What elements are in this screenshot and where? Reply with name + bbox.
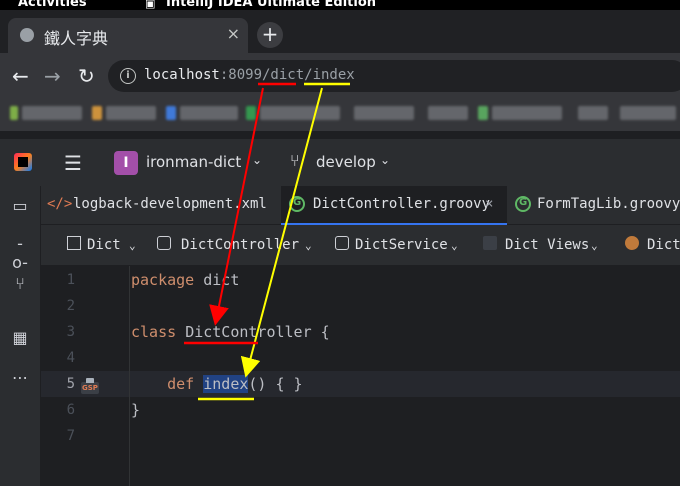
- back-button[interactable]: ←: [12, 64, 29, 88]
- code-line-3[interactable]: class DictController {: [131, 323, 330, 341]
- new-tab-button[interactable]: +: [257, 22, 283, 48]
- gutter-divider: [129, 266, 130, 486]
- grails-icon: [625, 236, 639, 250]
- line-number: 3: [66, 324, 75, 340]
- bookmark-item[interactable]: [166, 106, 176, 120]
- bookmark-item[interactable]: [10, 106, 18, 120]
- bookmark-item[interactable]: [492, 106, 562, 120]
- bookmark-item[interactable]: [354, 106, 414, 120]
- forward-button[interactable]: →: [44, 64, 61, 88]
- line-number: 4: [66, 350, 75, 366]
- chevron-down-icon[interactable]: ⌄: [252, 153, 262, 167]
- keyword-def: def: [167, 375, 195, 393]
- bookmark-item[interactable]: [180, 106, 238, 120]
- os-top-bar: Activities ▣ IntelliJ IDEA Ultimate Edit…: [0, 0, 680, 10]
- address-bar[interactable]: i localhost:8099/dict/index: [108, 60, 680, 92]
- bookmark-item[interactable]: [428, 106, 468, 120]
- editor-tab-label: logback-development.xml: [73, 196, 267, 212]
- breadcrumb-dict-grails[interactable]: Dict: [647, 237, 680, 253]
- groovy-file-icon: [515, 196, 531, 212]
- breadcrumb-dict-views[interactable]: Dict Views: [505, 237, 589, 253]
- url-path: :8099/dict/index: [219, 67, 355, 83]
- bookmark-item[interactable]: [106, 106, 156, 120]
- more-icon[interactable]: ⋯: [10, 368, 30, 387]
- bookmark-item[interactable]: [246, 106, 256, 120]
- window-gap: [0, 131, 680, 138]
- site-info-icon[interactable]: i: [120, 68, 136, 84]
- git-branch-icon: ⑂: [290, 151, 300, 170]
- chevron-down-icon[interactable]: ⌄: [129, 239, 136, 252]
- bookmarks-bar: [0, 97, 680, 131]
- editor-tabs: </> logback-development.xml DictControll…: [41, 186, 680, 225]
- code-line-5[interactable]: def index() { }: [131, 375, 303, 393]
- app-name[interactable]: IntelliJ IDEA Ultimate Edition: [166, 0, 376, 10]
- breadcrumb-dict[interactable]: Dict: [87, 237, 121, 253]
- line-number: 7: [66, 428, 75, 444]
- keyword-package: package: [131, 271, 195, 289]
- branch-name[interactable]: develop: [316, 153, 376, 171]
- chevron-down-icon[interactable]: ⌄: [305, 239, 312, 252]
- commit-icon[interactable]: -o-: [10, 234, 30, 272]
- class-brace: {: [311, 323, 330, 341]
- main-menu-icon[interactable]: ☰: [64, 151, 82, 175]
- bookmark-item[interactable]: [578, 106, 608, 120]
- bookmark-item[interactable]: [92, 106, 102, 120]
- reload-button[interactable]: ↻: [78, 64, 95, 88]
- project-badge[interactable]: I: [114, 151, 138, 175]
- class-name: DictController: [185, 323, 312, 341]
- close-tab-icon[interactable]: ×: [227, 24, 240, 43]
- editor-tab-label: FormTagLib.groovy: [537, 196, 680, 212]
- keyword-class: class: [131, 323, 177, 341]
- globe-icon: [20, 28, 34, 42]
- activities-button[interactable]: Activities: [18, 0, 87, 10]
- editor-tab-logback[interactable]: </> logback-development.xml: [41, 186, 277, 224]
- package-name: dict: [194, 271, 240, 289]
- line-number-current: 5: [66, 376, 75, 392]
- line-number: 2: [66, 298, 75, 314]
- folder-icon[interactable]: ▭: [10, 196, 30, 215]
- groovy-file-icon: [289, 196, 305, 212]
- url-host: localhost: [144, 67, 220, 83]
- gsp-gutter-icon[interactable]: GSP: [81, 378, 99, 394]
- structure-icon[interactable]: ▦: [10, 328, 30, 347]
- ide-main-toolbar: ☰ I ironman-dict ⌄ ⑂ develop ⌄: [0, 138, 680, 187]
- chevron-down-icon[interactable]: ⌄: [591, 239, 598, 252]
- breadcrumb-dictservice[interactable]: DictService: [355, 237, 448, 253]
- line-numbers: 1 2 3 4 5 GSP 6 7: [41, 266, 129, 486]
- gsp-icon: [483, 236, 497, 250]
- method-name-selected: index: [203, 375, 249, 393]
- navigation-bar: Dict ⌄ DictController ⌄ DictService ⌄ Di…: [41, 225, 680, 266]
- xml-file-icon: </>: [47, 196, 73, 212]
- project-name[interactable]: ironman-dict: [146, 153, 241, 171]
- tool-window-strip: ▭ -o- ⑂ ▦ ⋯: [0, 186, 41, 486]
- line-number: 6: [66, 402, 75, 418]
- bookmark-item[interactable]: [478, 106, 488, 120]
- groovy-class-icon: [157, 236, 171, 250]
- code-line-6[interactable]: }: [131, 401, 140, 419]
- service-icon: [335, 236, 349, 250]
- pull-request-icon[interactable]: ⑂: [10, 274, 30, 293]
- close-tab-icon[interactable]: ×: [485, 196, 493, 212]
- code-line-1[interactable]: package dict: [131, 271, 239, 289]
- gsp-label: GSP: [82, 384, 98, 392]
- editor-tab-formtaglib[interactable]: FormTagLib.groovy: [507, 186, 680, 224]
- table-icon: [67, 236, 81, 250]
- breadcrumb-dictcontroller[interactable]: DictController: [181, 237, 299, 253]
- editor-tab-dictcontroller[interactable]: DictController.groovy ×: [281, 186, 507, 225]
- method-body: () { }: [248, 375, 303, 393]
- chevron-down-icon[interactable]: ⌄: [451, 239, 458, 252]
- browser-tab-title: 鐵人字典: [44, 29, 109, 48]
- line-number: 1: [66, 272, 75, 288]
- bookmark-item[interactable]: [260, 106, 340, 120]
- app-icon: ▣: [145, 0, 156, 10]
- browser-tab[interactable]: 鐵人字典 ×: [8, 18, 248, 53]
- chevron-down-icon[interactable]: ⌄: [380, 153, 390, 167]
- intellij-logo-icon: [14, 153, 32, 171]
- bookmark-item[interactable]: [22, 106, 82, 120]
- editor-tab-label: DictController.groovy: [313, 196, 491, 212]
- bookmark-item[interactable]: [620, 106, 676, 120]
- url-text[interactable]: localhost:8099/dict/index: [144, 67, 355, 83]
